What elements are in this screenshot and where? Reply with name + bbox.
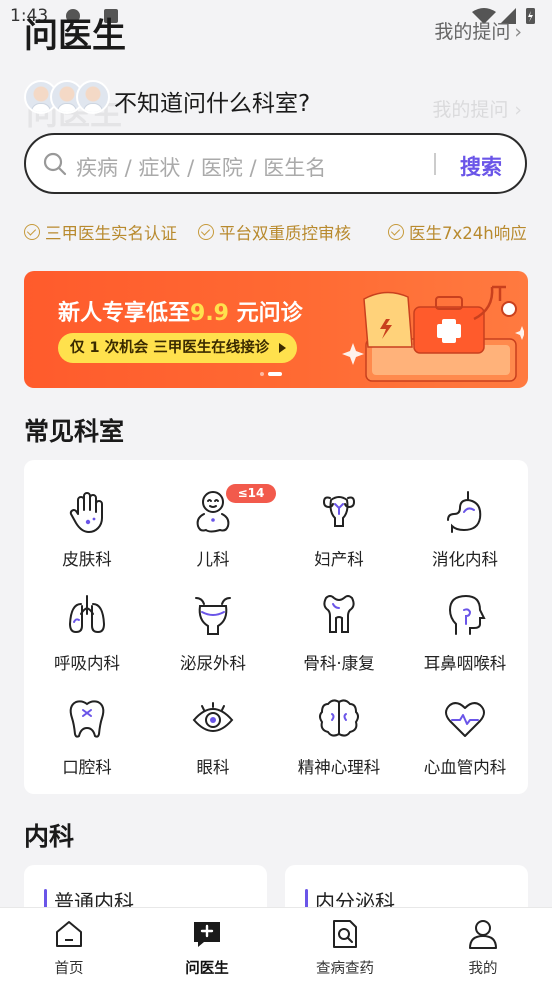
department-label: 呼吸内科 xyxy=(54,654,120,673)
guarantee-item: 医生7x24h响应 xyxy=(388,220,527,244)
tab-search-disease-drug[interactable]: 查病查药 xyxy=(276,908,414,983)
profile-icon xyxy=(469,920,497,949)
heart-pulse-icon xyxy=(445,702,485,737)
brain-icon xyxy=(319,699,359,737)
chevron-right-icon: › xyxy=(514,21,522,43)
department-gastroenterology[interactable]: 消化内科 xyxy=(402,468,528,569)
my-questions-label: 我的提问 xyxy=(434,21,511,43)
department-urology[interactable]: 泌尿外科 xyxy=(150,572,276,673)
department-ent[interactable]: 耳鼻咽喉科 xyxy=(402,572,528,673)
banner-cta-pill[interactable]: 仅 1 次机会 三甲医生在线接诊 xyxy=(58,333,298,363)
search-button[interactable]: 搜索 xyxy=(460,151,502,181)
department-label: 皮肤科 xyxy=(62,550,112,569)
ghost-my-questions-label: 我的提问 xyxy=(432,99,509,121)
tab-label: 首页 xyxy=(54,961,84,977)
banner-headline-suffix: 元问诊 xyxy=(229,301,303,326)
department-label: 心血管内科 xyxy=(423,758,507,777)
ghost-my-questions: 我的提问 › xyxy=(432,99,522,121)
department-label: 口腔科 xyxy=(62,758,112,777)
home-icon xyxy=(56,921,82,947)
bone-icon xyxy=(323,595,355,633)
search-bar[interactable]: 疾病 / 症状 / 医院 / 医生名 搜索 xyxy=(24,133,527,194)
search-input[interactable]: 疾病 / 症状 / 医院 / 医生名 xyxy=(76,152,326,182)
promo-banner[interactable]: 新人专享低至9.9 元问诊 仅 1 次机会 三甲医生在线接诊 xyxy=(24,271,528,388)
doctor-avatars xyxy=(24,80,114,116)
medical-kit-illustration xyxy=(342,285,524,382)
guarantee-item: 三甲医生实名认证 xyxy=(24,220,177,244)
bladder-icon xyxy=(195,597,231,635)
department-respiratory[interactable]: 呼吸内科 xyxy=(24,572,150,673)
banner-headline-prefix: 新人专享低至 xyxy=(58,301,191,326)
department-prompt[interactable]: 不知道问什么科室? xyxy=(114,84,310,118)
avatar xyxy=(76,80,110,114)
department-ophthalmology[interactable]: 眼科 xyxy=(150,676,276,777)
pagination-dot[interactable] xyxy=(260,372,264,376)
check-circle-icon xyxy=(388,224,404,240)
guarantee-item: 平台双重质控审核 xyxy=(198,220,351,244)
search-divider xyxy=(434,153,436,175)
page-header: 问医生 我的提问 › xyxy=(0,0,552,60)
banner-pagination xyxy=(260,372,282,376)
department-label: 泌尿外科 xyxy=(180,654,246,673)
hand-icon xyxy=(69,492,103,533)
tab-ask-doctor[interactable]: 问医生 xyxy=(138,908,276,983)
age-limit-badge: ≤14岁 xyxy=(226,484,276,519)
uterus-icon xyxy=(322,496,356,527)
tab-profile[interactable]: 我的 xyxy=(414,908,552,983)
banner-price: 9.9 xyxy=(190,301,229,326)
department-psychiatry[interactable]: 精神心理科 xyxy=(276,676,402,777)
check-circle-icon xyxy=(198,224,214,240)
guarantee-label: 平台双重质控审核 xyxy=(219,224,351,243)
department-dermatology[interactable]: 皮肤科 xyxy=(24,468,150,569)
department-label: 消化内科 xyxy=(432,550,498,569)
search-doc-icon xyxy=(333,920,357,948)
banner-headline: 新人专享低至9.9 元问诊 xyxy=(58,295,303,327)
department-grid: 皮肤科 ≤14岁 儿科 妇产科 消化内科 呼吸内科 泌尿外科 骨科·康复 耳鼻咽… xyxy=(24,460,528,794)
stomach-icon xyxy=(447,491,482,533)
department-label: 眼科 xyxy=(196,758,230,777)
department-label: 儿科 xyxy=(196,550,230,569)
eye-icon xyxy=(192,702,234,732)
department-orthopedics[interactable]: 骨科·康复 xyxy=(276,572,402,673)
guarantee-label: 三甲医生实名认证 xyxy=(45,224,177,243)
department-dentistry[interactable]: 口腔科 xyxy=(24,676,150,777)
ask-doctor-icon xyxy=(194,922,220,947)
accent-bar xyxy=(305,889,308,909)
department-cardiology[interactable]: 心血管内科 xyxy=(402,676,528,777)
pagination-dot-active[interactable] xyxy=(268,372,282,376)
section-title-common-departments: 常见科室 xyxy=(24,417,125,446)
tab-label: 我的 xyxy=(468,961,498,977)
section-title-internal-medicine: 内科 xyxy=(24,822,75,851)
guarantee-row: 三甲医生实名认证 平台双重质控审核 医生7x24h响应 xyxy=(24,220,528,244)
tab-label: 问医生 xyxy=(185,961,229,977)
tooth-icon xyxy=(69,700,105,738)
head-profile-icon xyxy=(448,594,486,635)
department-obstetrics[interactable]: 妇产科 xyxy=(276,468,402,569)
bottom-tab-bar: 首页 问医生 查病查药 我的 xyxy=(0,907,552,983)
department-pediatrics[interactable]: ≤14岁 儿科 xyxy=(150,468,276,569)
department-label: 耳鼻咽喉科 xyxy=(423,654,507,673)
tab-label: 查病查药 xyxy=(316,961,374,977)
my-questions-link[interactable]: 我的提问 › xyxy=(434,17,522,44)
search-icon xyxy=(43,152,67,176)
lungs-icon xyxy=(68,595,106,634)
page-title: 问医生 xyxy=(24,16,126,56)
check-circle-icon xyxy=(24,224,40,240)
department-label: 骨科·康复 xyxy=(303,654,375,673)
guarantee-label: 医生7x24h响应 xyxy=(409,224,527,243)
department-label: 妇产科 xyxy=(314,550,364,569)
department-label: 精神心理科 xyxy=(297,758,381,777)
tab-home[interactable]: 首页 xyxy=(0,908,138,983)
accent-bar xyxy=(44,889,47,909)
